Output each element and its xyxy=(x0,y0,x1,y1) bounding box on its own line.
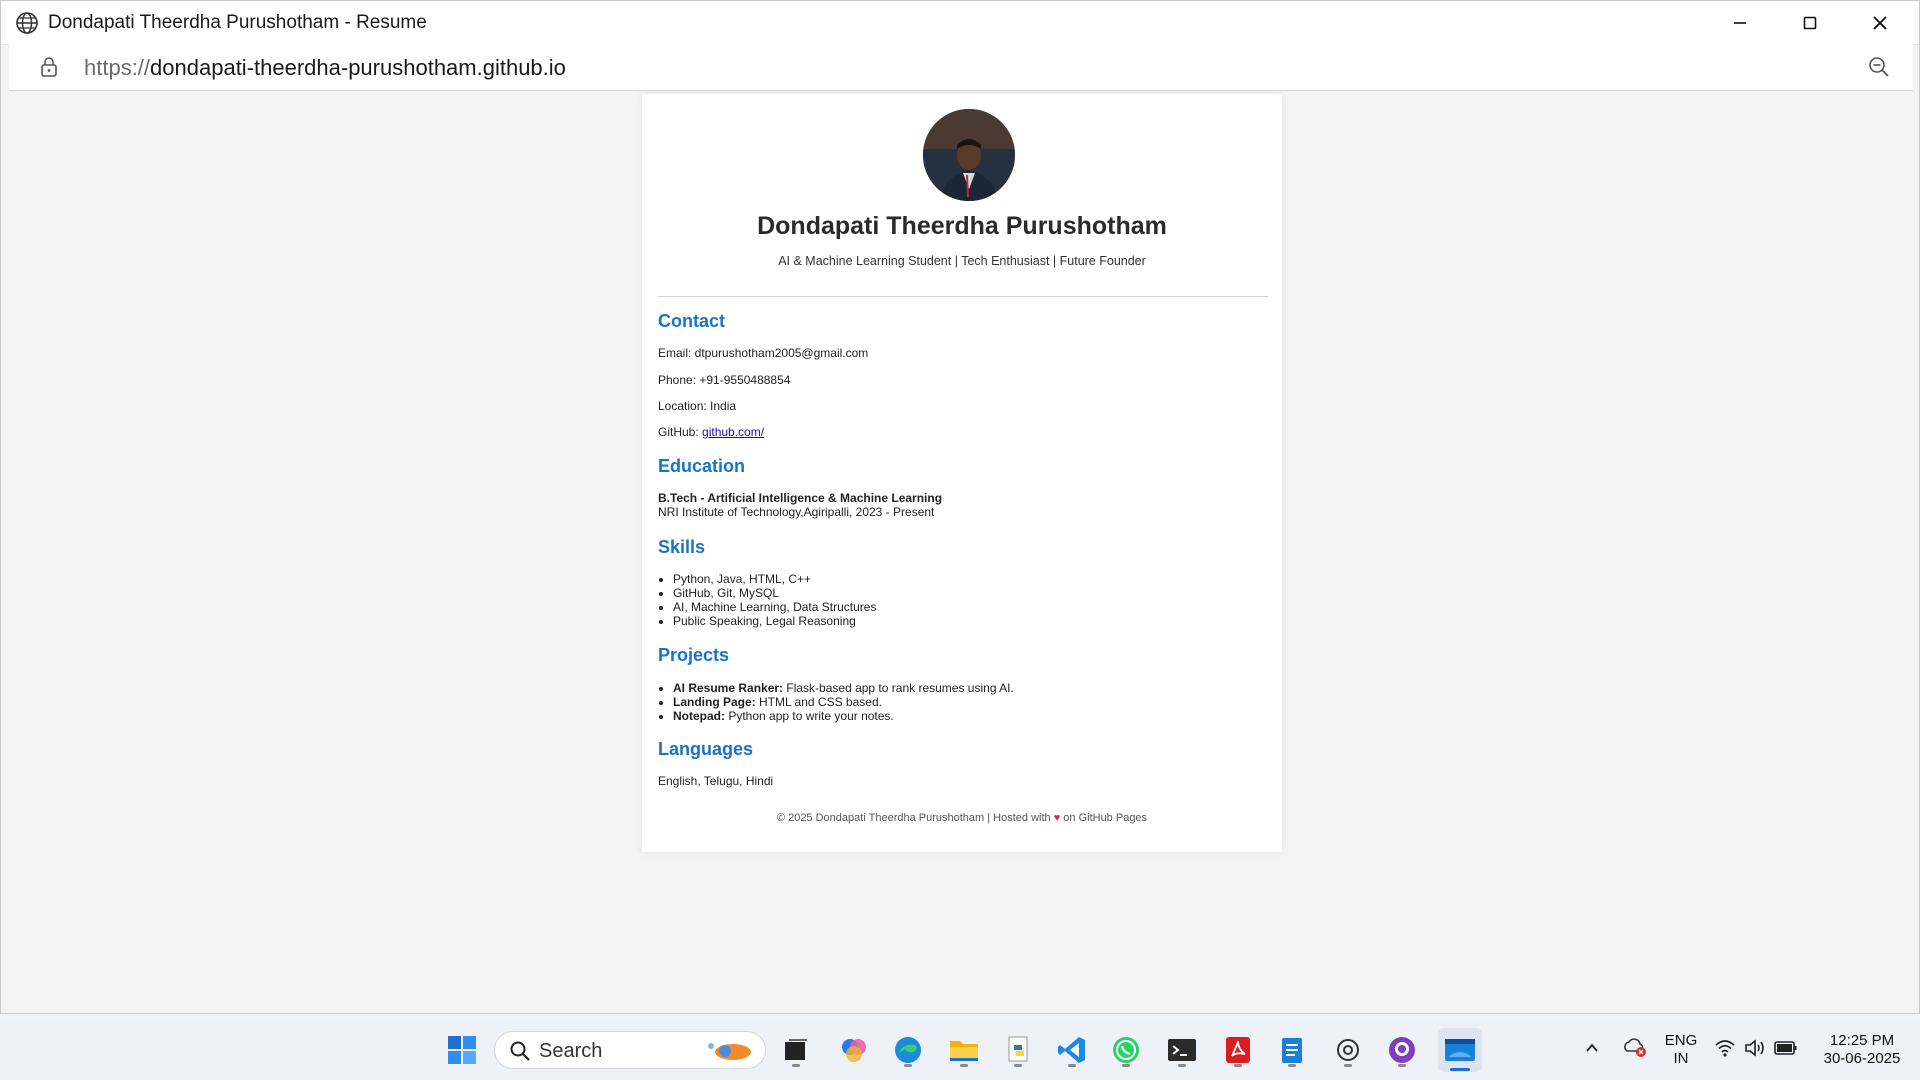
minimize-icon xyxy=(1734,21,1746,24)
skills-list: Python, Java, HTML, C++ GitHub, Git, MyS… xyxy=(658,572,876,628)
list-item: Python, Java, HTML, C++ xyxy=(673,572,876,586)
clock[interactable]: 12:25 PM 30-06-2025 xyxy=(1812,1032,1912,1068)
contact-heading: Contact xyxy=(658,311,725,331)
search-label: Search xyxy=(539,1040,603,1062)
globe-icon xyxy=(16,12,38,34)
github-link[interactable]: github.com/ xyxy=(702,425,764,439)
browser-window-icon xyxy=(1445,1039,1475,1061)
taskbar: Search ENG IN 12:25 PM 30-06-2025 xyxy=(0,1020,1920,1080)
window-title: Dondapati Theerdha Purushotham - Resume xyxy=(48,12,427,33)
cloud-error-icon xyxy=(1624,1038,1646,1057)
resume-name: Dondapati Theerdha Purushotham xyxy=(757,212,1167,240)
close-icon xyxy=(1873,15,1887,30)
projects-list: AI Resume Ranker: Flask-based app to ran… xyxy=(658,681,1014,723)
contact-email: Email: dtpurushotham2005@gmail.com xyxy=(658,346,869,360)
skills-heading: Skills xyxy=(658,537,706,557)
education-degree: B.Tech - Artificial Intelligence & Machi… xyxy=(658,491,943,505)
notepad-icon xyxy=(1282,1038,1302,1063)
clock-time: 12:25 PM xyxy=(1829,1032,1895,1049)
taskbar-vscode[interactable] xyxy=(1052,1030,1092,1070)
address-bar[interactable]: https://dondapati-theerdha-purushotham.g… xyxy=(9,44,1913,91)
github-icon xyxy=(1389,1037,1415,1063)
browser-window: Dondapati Theerdha Purushotham - Resume … xyxy=(0,0,1920,1014)
tray-overflow-button[interactable] xyxy=(1584,1040,1600,1061)
python-file-icon xyxy=(1008,1036,1028,1062)
contact-phone: Phone: +91-9550488854 xyxy=(658,373,791,387)
copilot-icon xyxy=(842,1039,866,1062)
taskbar-whatsapp[interactable] xyxy=(1106,1030,1146,1070)
taskbar-github-desktop[interactable] xyxy=(1382,1030,1422,1070)
profile-avatar xyxy=(923,109,1015,201)
language-indicator[interactable]: ENG IN xyxy=(1660,1032,1702,1068)
windows-icon xyxy=(448,1036,476,1064)
taskbar-search[interactable]: Search xyxy=(494,1031,766,1069)
search-icon xyxy=(510,1041,530,1061)
taskbar-file-explorer[interactable] xyxy=(944,1030,984,1070)
projects-heading: Projects xyxy=(658,645,730,665)
list-item: Notepad: Python app to write your notes. xyxy=(673,709,1014,723)
taskbar-python[interactable] xyxy=(998,1030,1038,1070)
start-button[interactable] xyxy=(442,1030,482,1070)
zoom-out-icon[interactable] xyxy=(1867,55,1891,79)
resume-tagline: AI & Machine Learning Student | Tech Ent… xyxy=(778,254,1146,268)
minimize-button[interactable] xyxy=(1705,1,1775,44)
taskbar-chatgpt[interactable] xyxy=(1328,1030,1368,1070)
terminal-icon xyxy=(1168,1039,1196,1061)
taskbar-notepad[interactable] xyxy=(1272,1030,1312,1070)
lock-icon[interactable] xyxy=(39,56,59,78)
list-item: AI, Machine Learning, Data Structures xyxy=(673,600,876,614)
maximize-button[interactable] xyxy=(1775,1,1845,44)
contact-location: Location: India xyxy=(658,399,737,413)
contact-github: GitHub: github.com/ xyxy=(658,425,765,439)
education-institute: NRI Institute of Technology,Agiripalli, … xyxy=(658,505,935,519)
chatgpt-icon xyxy=(1337,1039,1359,1061)
list-item: AI Resume Ranker: Flask-based app to ran… xyxy=(673,681,1014,695)
volume-icon[interactable] xyxy=(1744,1038,1766,1063)
languages-text: English, Telugu, Hindi xyxy=(658,774,774,788)
taskbar-task-view[interactable] xyxy=(776,1030,816,1070)
footer-text: © 2025 Dondapati Theerdha Purushotham | … xyxy=(776,812,1148,824)
tray-onedrive[interactable] xyxy=(1622,1036,1648,1063)
search-highlight-icon xyxy=(708,1043,751,1060)
close-button[interactable] xyxy=(1845,1,1915,44)
list-item: Public Speaking, Legal Reasoning xyxy=(673,614,876,628)
taskbar-edge[interactable] xyxy=(888,1030,928,1070)
header-divider xyxy=(658,296,1268,297)
task-view-icon xyxy=(785,1039,807,1060)
title-bar: Dondapati Theerdha Purushotham - Resume xyxy=(1,1,1919,45)
resume-card: Dondapati Theerdha Purushotham AI & Mach… xyxy=(642,94,1282,852)
taskbar-terminal[interactable] xyxy=(1162,1030,1202,1070)
taskbar-copilot[interactable] xyxy=(834,1030,874,1070)
taskbar-active-app[interactable] xyxy=(1438,1028,1482,1072)
avatar-image xyxy=(923,109,1015,201)
clock-date: 30-06-2025 xyxy=(1823,1050,1901,1067)
list-item: Landing Page: HTML and CSS based. xyxy=(673,695,1014,709)
folder-icon xyxy=(950,1041,978,1061)
education-heading: Education xyxy=(658,456,746,476)
chevron-up-icon xyxy=(1586,1043,1598,1052)
languages-heading: Languages xyxy=(658,739,754,759)
maximize-icon xyxy=(1803,16,1817,29)
url-text[interactable]: https://dondapati-theerdha-purushotham.g… xyxy=(84,55,566,81)
battery-icon[interactable] xyxy=(1774,1039,1798,1062)
page-viewport: Dondapati Theerdha Purushotham AI & Mach… xyxy=(9,91,1913,1011)
edge-icon xyxy=(895,1037,921,1063)
pdf-icon xyxy=(1226,1037,1250,1063)
vscode-icon xyxy=(1058,1037,1085,1063)
list-item: GitHub, Git, MySQL xyxy=(673,586,876,600)
whatsapp-icon xyxy=(1113,1037,1139,1063)
wifi-icon[interactable] xyxy=(1714,1038,1736,1063)
taskbar-acrobat[interactable] xyxy=(1218,1030,1258,1070)
